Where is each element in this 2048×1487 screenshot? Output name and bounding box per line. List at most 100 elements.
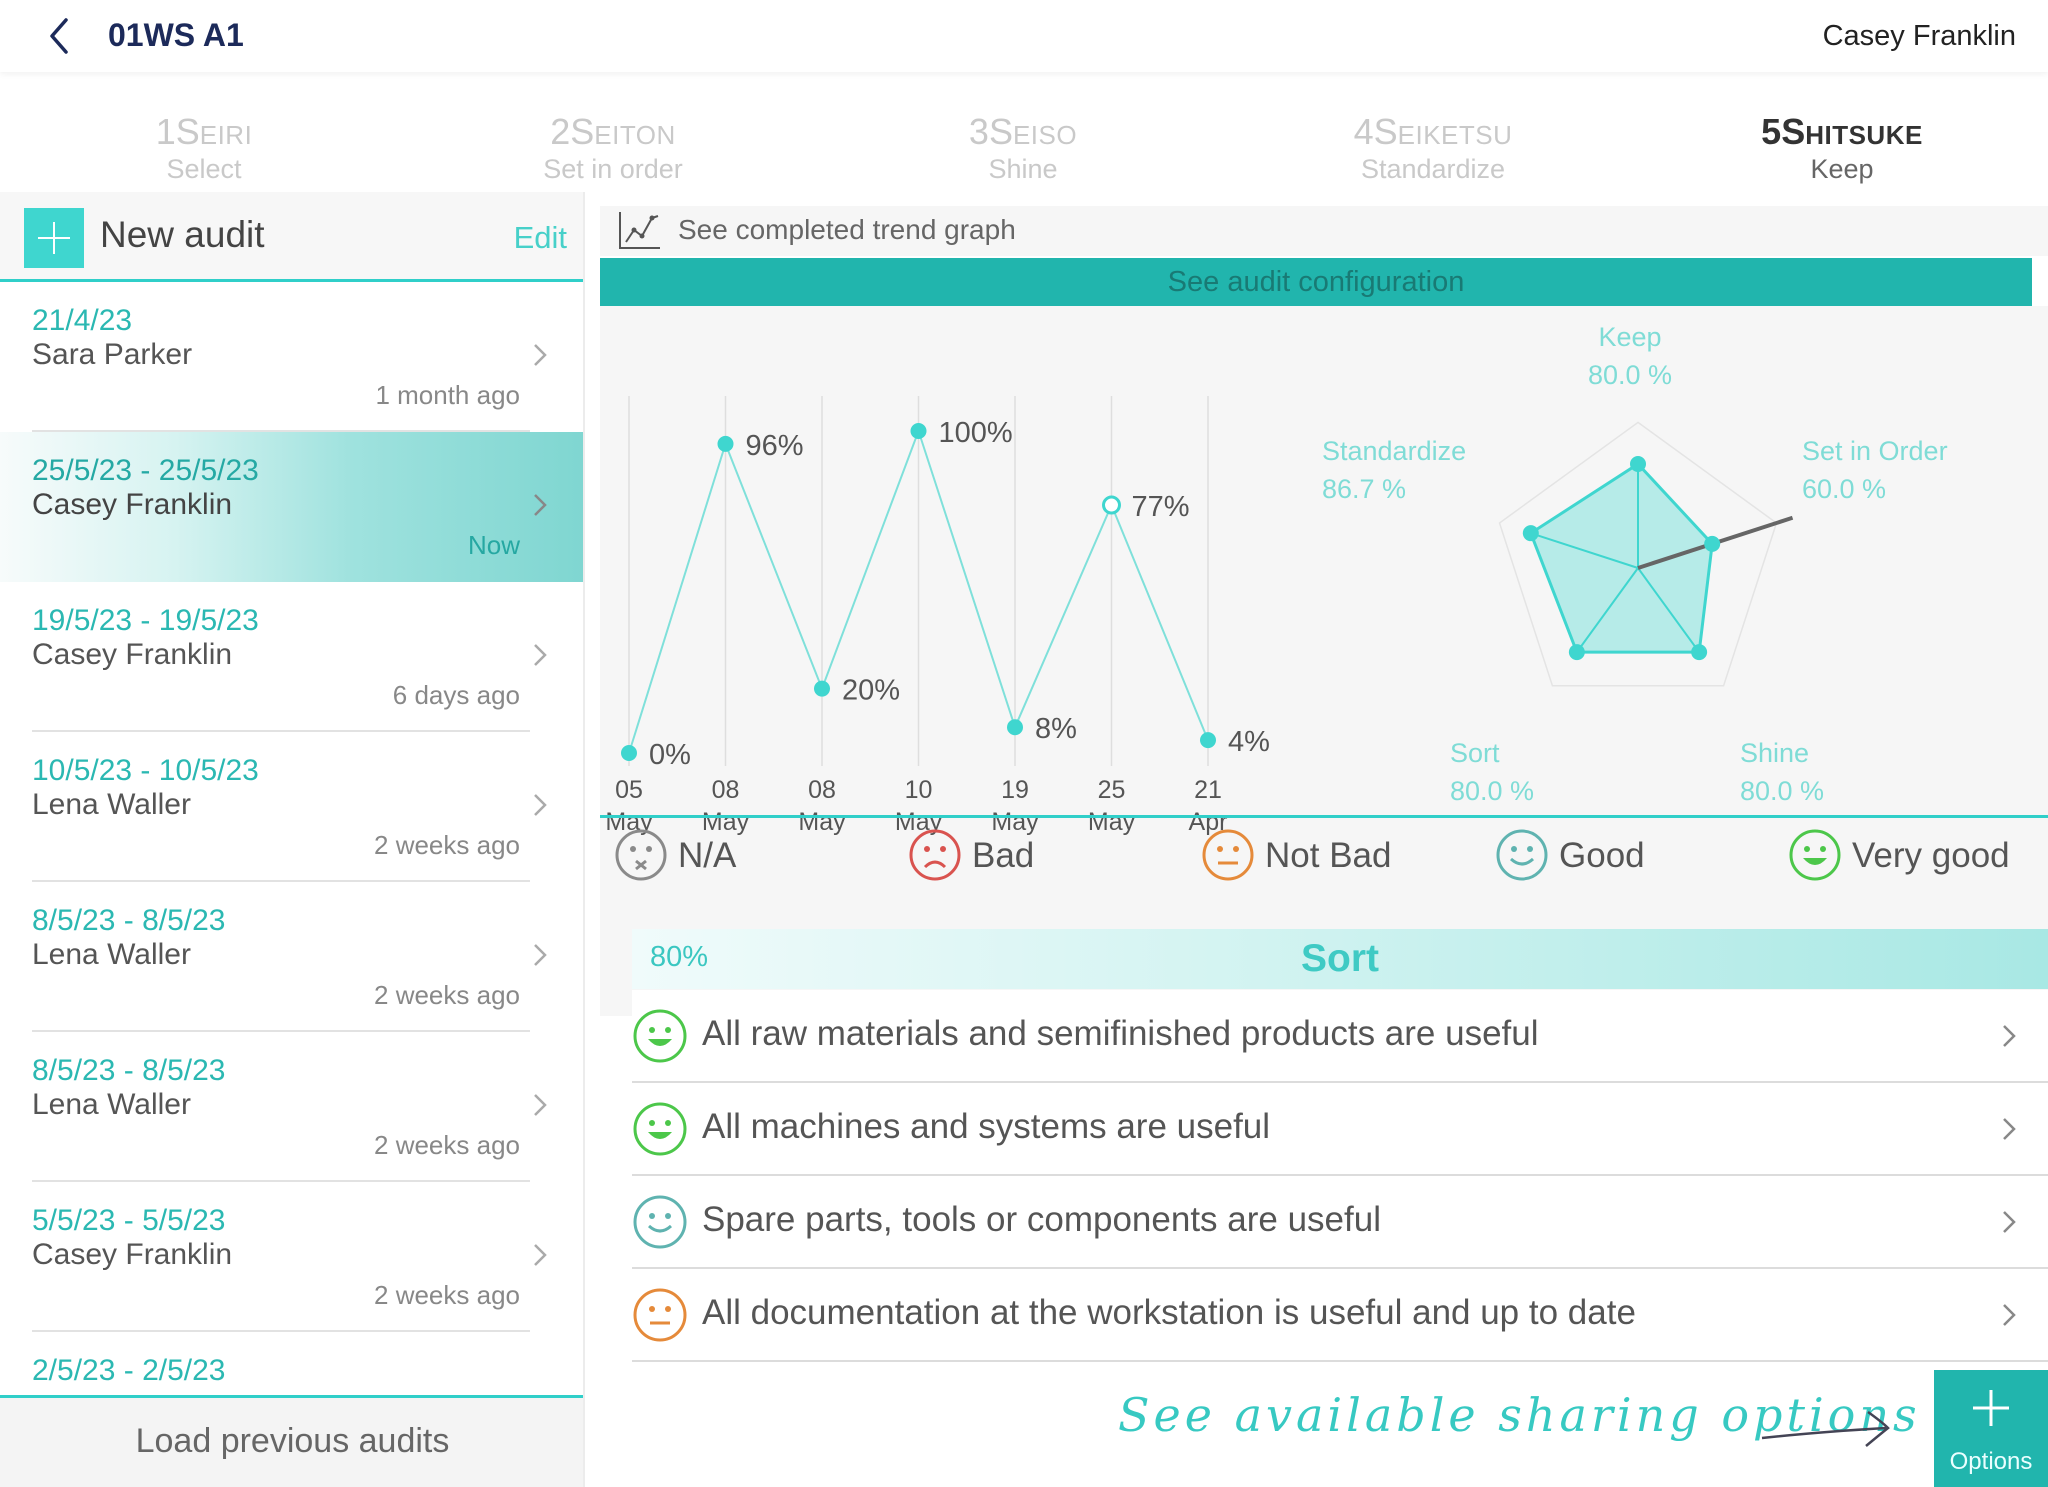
options-label: Options <box>1949 1448 2033 1475</box>
plus-icon[interactable] <box>24 208 84 268</box>
audit-age: 2 weeks ago <box>374 980 520 1010</box>
chevron-right-icon <box>2003 1025 2016 1047</box>
top-bar: 01WS A1 Casey Franklin <box>0 0 2048 72</box>
audit-list-panel: New audit Edit 21/4/23 Sara Parker 1 mon… <box>0 192 585 1487</box>
x-tick-label: 08 <box>712 776 740 804</box>
chevron-right-icon <box>2003 1118 2016 1140</box>
legend-label: Good <box>1559 836 1645 875</box>
x-tick-label: 25 <box>1098 776 1126 804</box>
tab-seiketsu[interactable]: 4SEIKETSU Standardize <box>1253 112 1613 185</box>
audit-list-item[interactable]: 21/4/23 Sara Parker 1 month ago <box>0 282 583 432</box>
audit-age: 1 month ago <box>375 380 520 410</box>
arrow-right-icon <box>1761 1410 1890 1447</box>
radar-point <box>1522 525 1539 542</box>
data-point <box>814 680 830 697</box>
data-label: 0% <box>649 739 691 771</box>
radar-area <box>1528 462 1714 654</box>
audit-list-item-selected[interactable]: 25/5/23 - 25/5/23 Casey Franklin Now <box>0 432 583 582</box>
x-tick-label: May <box>991 808 1039 836</box>
plus-icon <box>1973 1390 2009 1426</box>
step-number: 5 <box>1761 111 1782 152</box>
radar-point <box>1630 456 1646 472</box>
tab-seiton[interactable]: 2SEITON Set in order <box>433 112 793 185</box>
step-subtitle: Keep <box>1810 154 1874 184</box>
data-label: 77% <box>1132 491 1190 523</box>
charts-svg: 0% 96% 20% 100% 8% 77% 4% 05 May 08 May 08 May 10 May… <box>605 322 1947 836</box>
audit-list-item[interactable]: 8/5/23 - 8/5/23 Lena Waller 2 weeks ago <box>0 882 583 1032</box>
data-point <box>910 423 927 439</box>
data-label: 20% <box>842 675 900 707</box>
tab-seiri[interactable]: 1SEIRI Select <box>24 112 384 185</box>
auditor-name: Lena Waller <box>32 788 191 821</box>
radar-axis-label: Keep <box>1598 322 1661 352</box>
data-point <box>1007 719 1023 736</box>
auditor-name: Lena Waller <box>32 938 191 971</box>
chevron-right-icon <box>534 944 547 966</box>
audit-configuration-button[interactable]: See audit configuration <box>600 258 2032 306</box>
step-subtitle: Set in order <box>543 154 683 184</box>
na-face-icon <box>615 829 667 881</box>
auditor-name: Sara Parker <box>32 338 193 371</box>
question-row[interactable]: All documentation at the workstation is … <box>632 1269 2048 1362</box>
question-row[interactable]: Spare parts, tools or components are use… <box>632 1176 2048 1269</box>
audit-list-item[interactable]: 5/5/23 - 5/5/23 Casey Franklin 2 weeks a… <box>0 1182 583 1332</box>
question-row[interactable]: All raw materials and semifinished produ… <box>632 990 2048 1083</box>
data-label: 96% <box>746 430 804 462</box>
radar-axis-label: Sort <box>1450 738 1500 768</box>
grin-face-icon <box>633 1009 687 1063</box>
step-name: EIRI <box>199 120 253 150</box>
edit-button[interactable]: Edit <box>514 220 567 256</box>
tab-shitsuke[interactable]: 5SHITSUKE Keep <box>1662 112 2022 185</box>
audit-list-item[interactable]: 8/5/23 - 8/5/23 Lena Waller 2 weeks ago <box>0 1032 583 1182</box>
audit-age: 2 weeks ago <box>374 1280 520 1310</box>
user-name[interactable]: Casey Franklin <box>1823 20 2016 53</box>
auditor-name: Casey Franklin <box>32 488 233 521</box>
x-tick-label: May <box>1088 808 1136 836</box>
trend-graph-link[interactable]: See completed trend graph <box>600 206 2048 256</box>
step-subtitle: Standardize <box>1360 154 1506 184</box>
load-previous-audits-button[interactable]: Load previous audits <box>0 1395 583 1487</box>
radar-value-label: 80.0 % <box>1740 776 1824 806</box>
chevron-right-icon <box>534 344 547 366</box>
chevron-left-icon[interactable] <box>40 14 80 58</box>
chevron-right-icon <box>2003 1304 2016 1326</box>
audit-age: 2 weeks ago <box>374 1130 520 1160</box>
question-text: All documentation at the workstation is … <box>702 1293 1636 1332</box>
audit-list-item[interactable]: 10/5/23 - 10/5/23 Lena Waller 2 weeks ag… <box>0 732 583 882</box>
radar-axis-label: Shine <box>1740 738 1809 768</box>
audit-date: 5/5/23 - 5/5/23 <box>32 1204 226 1237</box>
audit-date: 21/4/23 <box>32 304 133 337</box>
sort-section-header: 80% Sort <box>632 929 2048 989</box>
grin-face-icon <box>1789 829 1841 881</box>
page-title: 01WS A1 <box>108 17 244 53</box>
data-label: 100% <box>939 417 1013 449</box>
radar-value-label: 86.7 % <box>1322 474 1406 504</box>
question-text: All machines and systems are useful <box>702 1107 1271 1146</box>
question-text: Spare parts, tools or components are use… <box>702 1200 1381 1239</box>
audit-list-item[interactable]: 19/5/23 - 19/5/23 Casey Franklin 6 days … <box>0 582 583 732</box>
new-audit-button[interactable]: New audit <box>100 214 265 256</box>
question-text: All raw materials and semifinished produ… <box>702 1014 1539 1053</box>
chevron-right-icon <box>534 1244 547 1266</box>
x-tick-label: 08 <box>808 776 836 804</box>
options-button[interactable]: Options <box>1934 1370 2048 1487</box>
tab-seiso[interactable]: 3SEISO Shine <box>843 112 1203 185</box>
divider <box>632 1360 2048 1362</box>
step-name: EIKETSU <box>1397 120 1513 150</box>
step-subtitle: Select <box>166 154 242 184</box>
step-number: 4 <box>1353 111 1374 152</box>
step-letter: S <box>988 111 1013 152</box>
step-number: 2 <box>550 111 571 152</box>
legend-label: N/A <box>678 836 737 875</box>
question-row[interactable]: All machines and systems are useful <box>632 1083 2048 1176</box>
data-point <box>621 745 637 761</box>
audit-date: 25/5/23 - 25/5/23 <box>32 454 259 487</box>
radar-point <box>1704 535 1721 552</box>
audit-date: 8/5/23 - 8/5/23 <box>32 904 226 937</box>
trend-graph-label: See completed trend graph <box>678 214 1016 245</box>
smile-face-icon <box>1496 829 1548 881</box>
audit-date: 10/5/23 - 10/5/23 <box>32 754 259 787</box>
line-chart-icon <box>619 212 660 249</box>
step-name: EISO <box>1012 120 1078 150</box>
audit-date: 2/5/23 - 2/5/23 <box>32 1354 226 1387</box>
